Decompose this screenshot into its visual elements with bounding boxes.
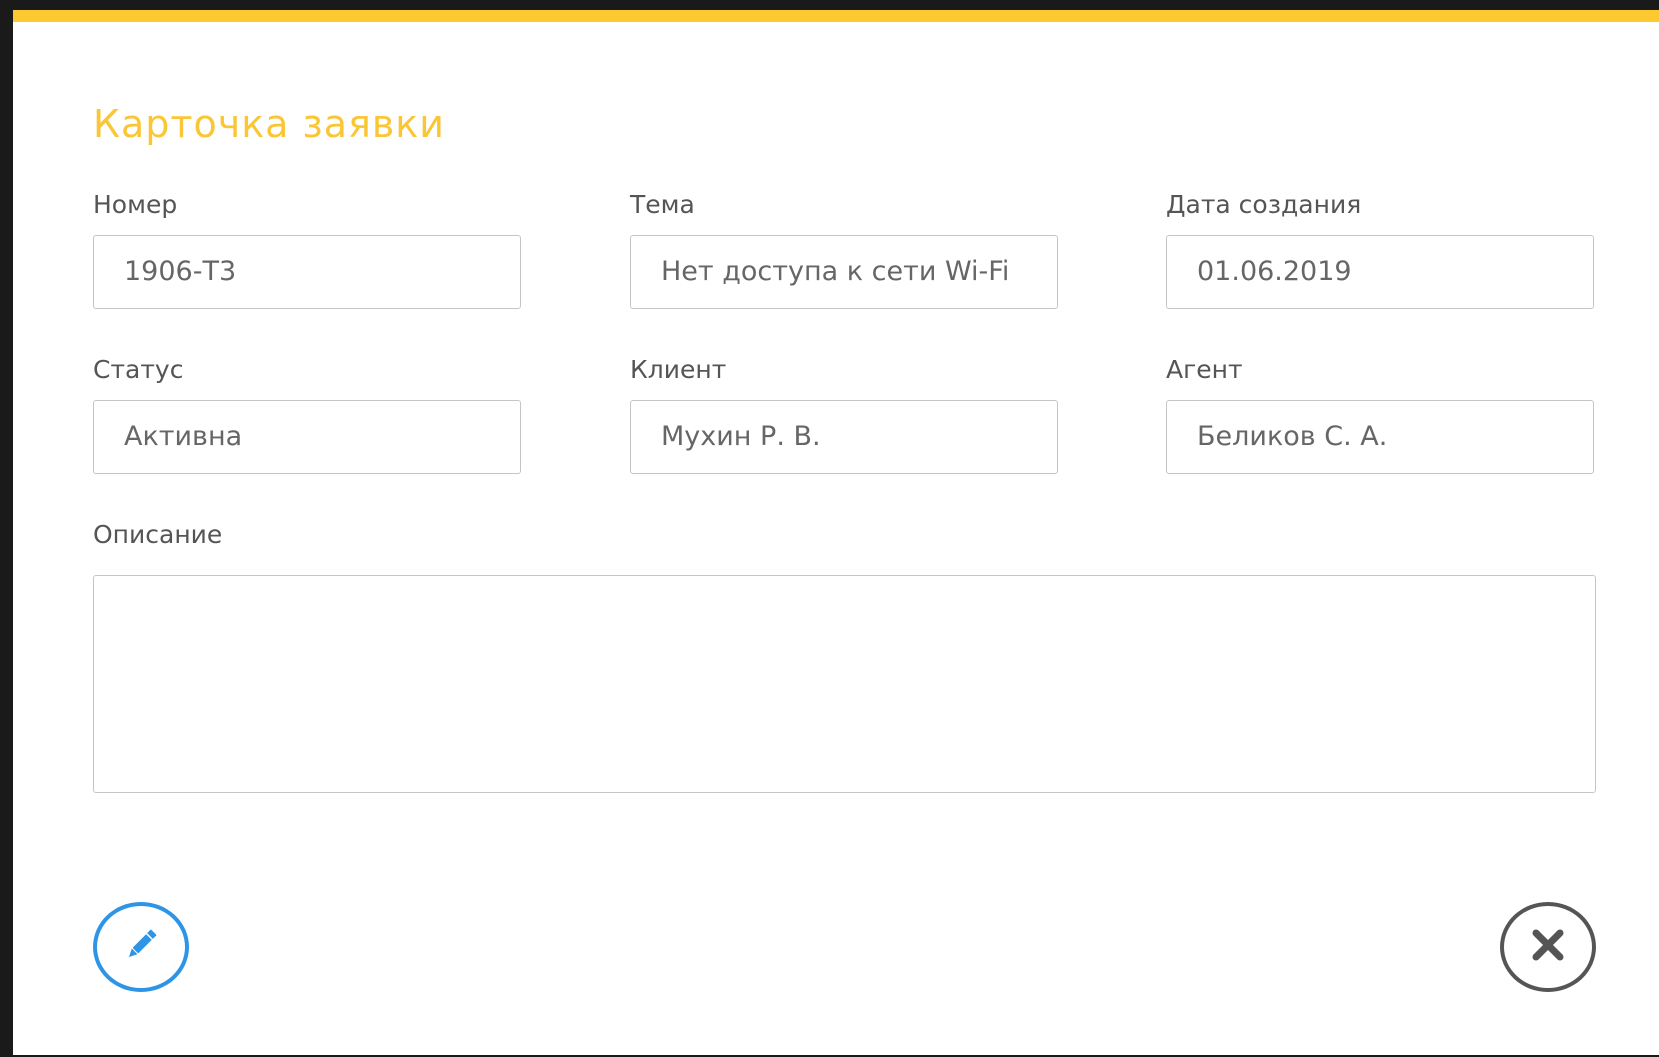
status-label: Статус: [93, 355, 184, 384]
ticket-card: Карточка заявки Номер 1906-Т3 Тема Нет д…: [13, 10, 1659, 1055]
edit-button[interactable]: [93, 902, 189, 992]
close-button[interactable]: [1500, 902, 1596, 992]
app-frame: Карточка заявки Номер 1906-Т3 Тема Нет д…: [0, 0, 1659, 1057]
created-date-label: Дата создания: [1166, 190, 1362, 219]
number-label: Номер: [93, 190, 178, 219]
close-icon: [1528, 925, 1568, 969]
page-title: Карточка заявки: [93, 102, 445, 146]
status-field[interactable]: Активна: [93, 400, 521, 474]
description-label: Описание: [93, 520, 223, 549]
created-date-field[interactable]: 01.06.2019: [1166, 235, 1594, 309]
subject-field[interactable]: Нет доступа к сети Wi-Fi: [630, 235, 1058, 309]
pencil-icon: [119, 923, 163, 971]
number-field[interactable]: 1906-Т3: [93, 235, 521, 309]
client-field[interactable]: Мухин Р. В.: [630, 400, 1058, 474]
agent-label: Агент: [1166, 355, 1243, 384]
client-label: Клиент: [630, 355, 727, 384]
description-textarea[interactable]: [93, 575, 1596, 793]
agent-field[interactable]: Беликов С. А.: [1166, 400, 1594, 474]
subject-label: Тема: [630, 190, 695, 219]
